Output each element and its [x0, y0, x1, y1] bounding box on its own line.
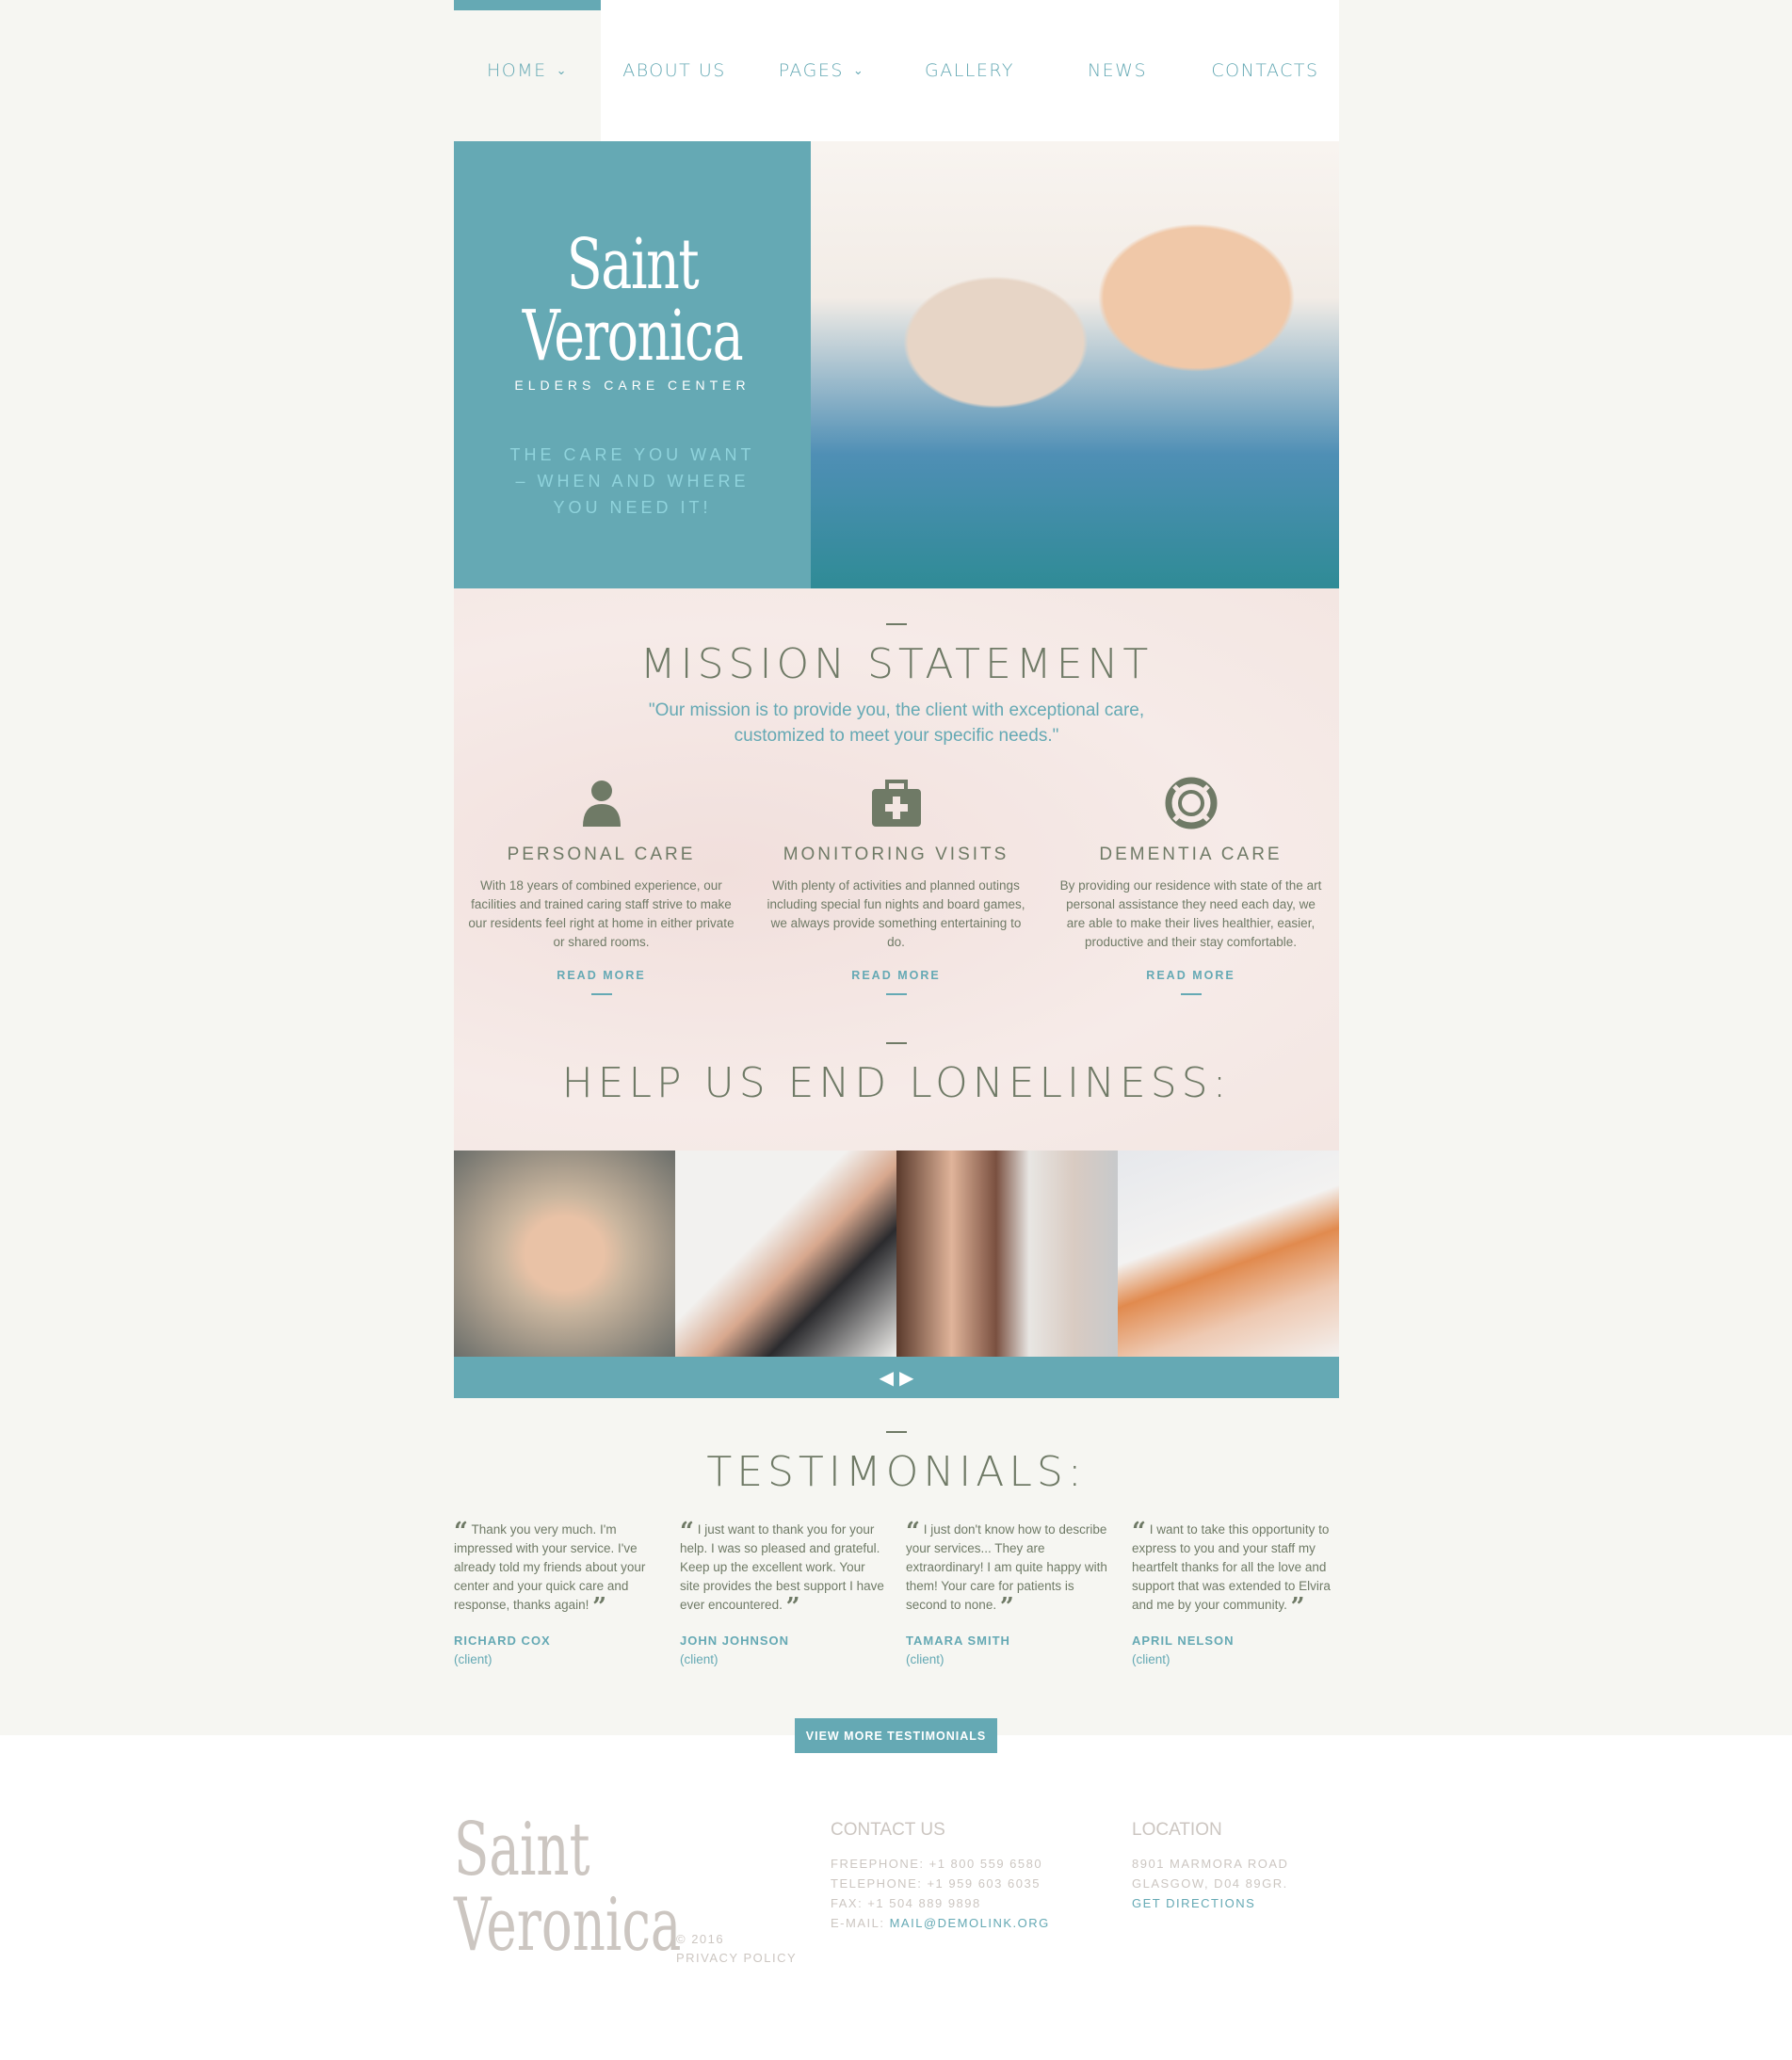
read-more-link[interactable]: READ MORE	[1146, 969, 1235, 982]
nav-news[interactable]: NEWS	[1043, 0, 1191, 141]
nav-label: HOME	[486, 60, 547, 81]
nav-label: PAGES	[778, 60, 844, 81]
testimonial-text: Thank you very much. I'm impressed with …	[454, 1522, 646, 1612]
mission-quote: "Our mission is to provide you, the clie…	[648, 700, 1145, 746]
get-directions-link[interactable]: GET DIRECTIONS	[1132, 1893, 1288, 1913]
feature-text: With plenty of activities and planned ou…	[767, 878, 1025, 949]
life-ring-icon	[1057, 777, 1325, 829]
testimonial-role: (client)	[454, 1652, 492, 1666]
arrow-right-icon[interactable]: ▶	[899, 1366, 913, 1390]
feature-monitoring-visits: MONITORING VISITS With plenty of activit…	[749, 777, 1043, 995]
mission-section: MISSION STATEMENT "Our mission is to pro…	[454, 588, 1339, 1151]
freephone: FREEPHONE: +1 800 559 6580	[831, 1857, 1043, 1871]
testimonial: “ I just want to thank you for your help…	[680, 1520, 887, 1669]
footer-heading: CONTACT US	[831, 1820, 945, 1840]
gallery-image[interactable]	[454, 1151, 675, 1357]
nav-gallery[interactable]: GALLERY	[896, 0, 1043, 141]
email-label: E-MAIL:	[831, 1916, 890, 1930]
feature-personal-care: PERSONAL CARE With 18 years of combined …	[454, 777, 749, 995]
logo-line: Veronica	[522, 296, 744, 377]
testimonial-role: (client)	[906, 1652, 944, 1666]
section-title: HELP US END LONELINESS:	[561, 1059, 1232, 1107]
nav-pages[interactable]: PAGES ⌄	[748, 0, 896, 141]
chevron-down-icon: ⌄	[852, 63, 865, 78]
gallery	[454, 1151, 1339, 1357]
logo-line: Veronica	[454, 1883, 682, 1968]
address-line: 8901 MARMORA ROAD	[1132, 1857, 1289, 1871]
privacy-policy-link[interactable]: PRIVACY POLICY	[676, 1949, 797, 1968]
footer-heading: LOCATION	[1132, 1820, 1222, 1840]
section-title: TESTIMONIALS:	[706, 1448, 1087, 1496]
logo-line: Saint	[566, 224, 700, 305]
divider	[885, 993, 907, 995]
testimonial-name: RICHARD COX	[454, 1634, 551, 1648]
testimonial-role: (client)	[680, 1652, 718, 1666]
testimonial-name: APRIL NELSON	[1132, 1634, 1235, 1648]
email-link[interactable]: MAIL@DEMOLINK.ORG	[890, 1916, 1050, 1930]
feature-text: By providing our residence with state of…	[1059, 878, 1322, 949]
feature-text: With 18 years of combined experience, ou…	[468, 878, 735, 949]
read-more-link[interactable]: READ MORE	[851, 969, 940, 982]
person-icon	[467, 777, 735, 829]
copyright: © 2016	[676, 1932, 725, 1946]
testimonial: “ I just don't know how to describe your…	[906, 1520, 1113, 1669]
footer-location: LOCATION 8901 MARMORA ROAD GLASGOW, D04 …	[1132, 1820, 1288, 1913]
chevron-down-icon: ⌄	[556, 63, 569, 78]
nav-label: NEWS	[1087, 60, 1148, 81]
section-title: MISSION STATEMENT	[639, 640, 1154, 688]
hero-image	[811, 141, 1339, 588]
testimonial-name: TAMARA SMITH	[906, 1634, 1010, 1648]
telephone: TELEPHONE: +1 959 603 6035	[831, 1876, 1041, 1891]
nav-label: GALLERY	[925, 60, 1014, 81]
gallery-slider-controls: ◀ ▶	[454, 1357, 1339, 1398]
testimonials-section: TESTIMONIALS: “ Thank you very much. I'm…	[454, 1431, 1339, 1669]
testimonial-name: JOHN JOHNSON	[680, 1634, 790, 1648]
gallery-image[interactable]	[675, 1151, 896, 1357]
footer-contact: CONTACT US FREEPHONE: +1 800 559 6580 TE…	[831, 1820, 1050, 1933]
quote-close-icon: ”	[785, 1593, 800, 1621]
testimonial: “ Thank you very much. I'm impressed wit…	[454, 1520, 661, 1669]
nav-home[interactable]: HOME ⌄	[454, 0, 601, 141]
arrow-left-icon[interactable]: ◀	[880, 1366, 894, 1390]
gallery-image[interactable]	[896, 1151, 1118, 1357]
divider	[590, 993, 612, 995]
footer-logo[interactable]: Saint Veronica	[454, 1812, 681, 1963]
nav-about-us[interactable]: ABOUT US	[601, 0, 748, 141]
divider	[1180, 993, 1202, 995]
divider	[886, 1431, 907, 1433]
testimonial: “ I want to take this opportunity to exp…	[1132, 1520, 1339, 1669]
testimonial-role: (client)	[1132, 1652, 1170, 1666]
main-nav: HOME ⌄ ABOUT US PAGES ⌄ GALLERY NEWS CONTA…	[454, 0, 1339, 141]
hero: Saint Veronica ELDERS CARE CENTER THE CAR…	[454, 141, 1339, 588]
read-more-link[interactable]: READ MORE	[557, 969, 645, 982]
active-indicator	[454, 0, 601, 10]
slogan: THE CARE YOU WANT – WHEN AND WHERE YOU N…	[509, 445, 755, 517]
first-aid-kit-icon	[762, 777, 1030, 829]
feature-title: DEMENTIA CARE	[1099, 845, 1283, 864]
nav-contacts[interactable]: CONTACTS	[1191, 0, 1339, 141]
quote-close-icon: ”	[592, 1593, 607, 1621]
quote-close-icon: ”	[999, 1593, 1014, 1621]
gallery-image[interactable]	[1118, 1151, 1339, 1357]
testimonial-text: I just want to thank you for your help. …	[680, 1522, 884, 1612]
address-line: GLASGOW, D04 89GR.	[1132, 1876, 1288, 1891]
fax: FAX: +1 504 889 9898	[831, 1896, 981, 1910]
nav-label: ABOUT US	[622, 60, 726, 81]
quote-close-icon: ”	[1290, 1593, 1305, 1621]
nav-label: CONTACTS	[1211, 60, 1319, 81]
divider	[886, 623, 907, 625]
feature-title: MONITORING VISITS	[783, 845, 1009, 864]
feature-dementia-care: DEMENTIA CARE By providing our residence…	[1043, 777, 1338, 995]
logo-line: Saint	[454, 1808, 590, 1892]
feature-title: PERSONAL CARE	[507, 845, 696, 864]
hero-panel: Saint Veronica ELDERS CARE CENTER THE CAR…	[454, 141, 811, 588]
view-more-testimonials-button[interactable]: VIEW MORE TESTIMONIALS	[795, 1718, 997, 1753]
tagline: ELDERS CARE CENTER	[514, 378, 751, 393]
divider	[886, 1042, 907, 1044]
logo[interactable]: Saint Veronica	[498, 229, 766, 372]
